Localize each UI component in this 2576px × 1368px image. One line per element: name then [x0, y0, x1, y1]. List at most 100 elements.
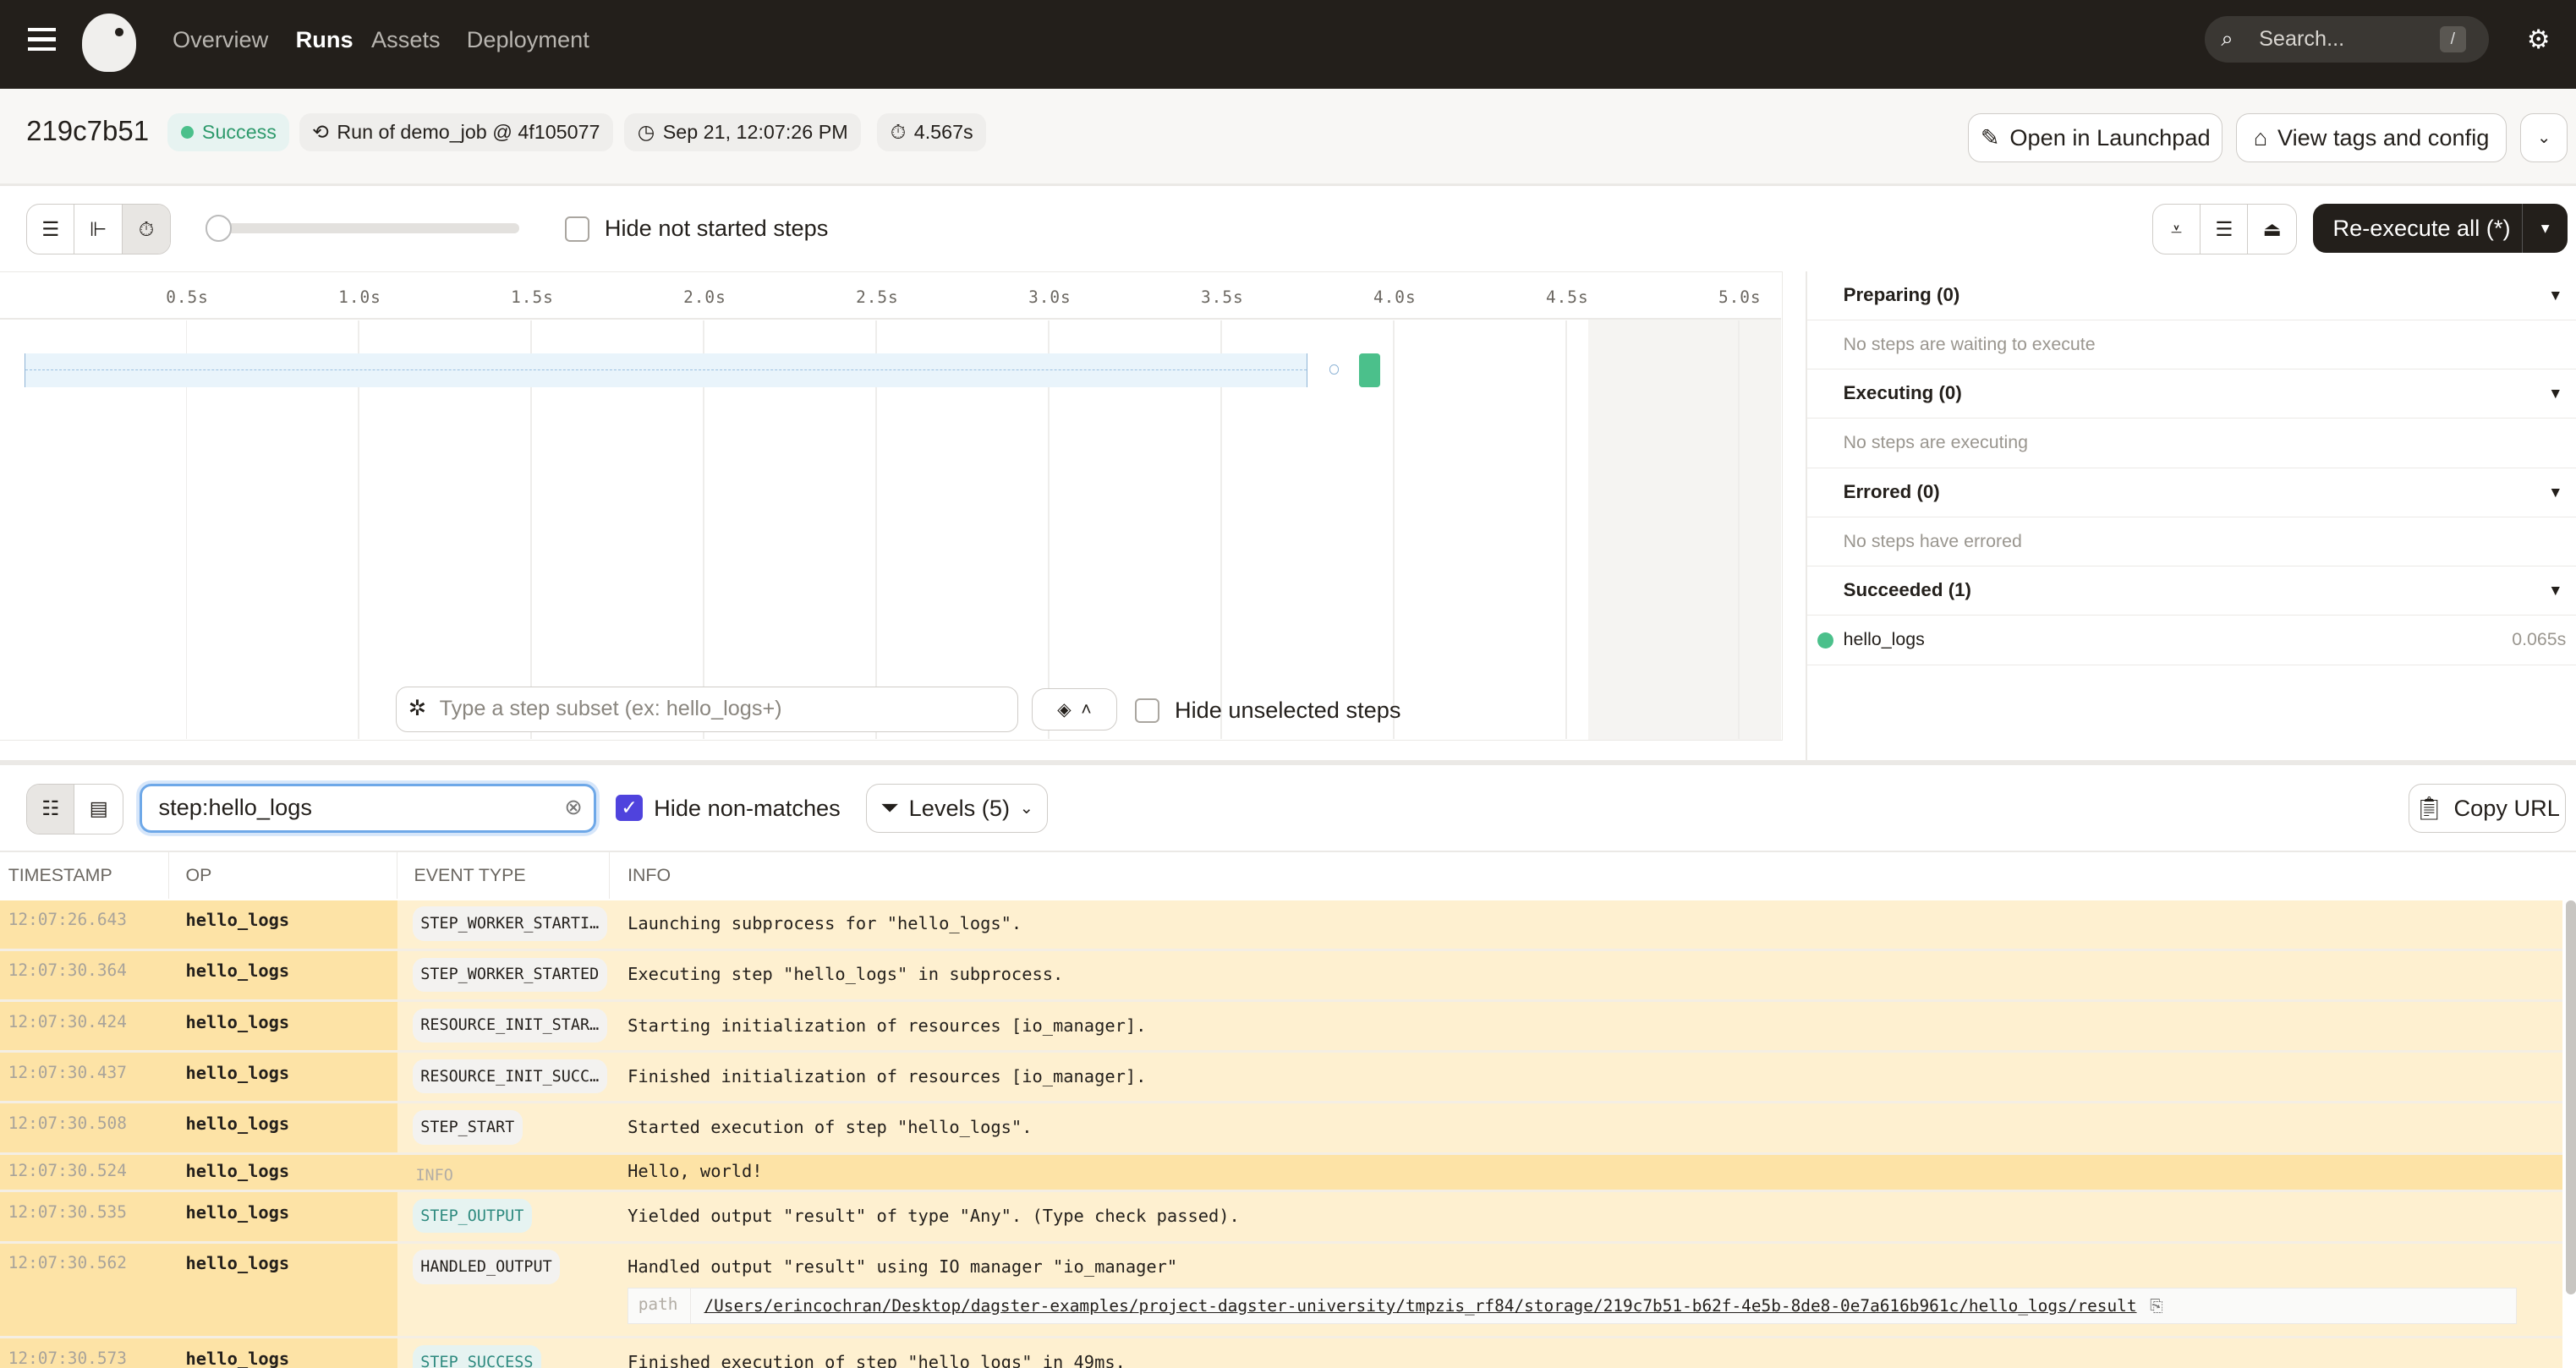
raw-view-icon[interactable]: ▤: [74, 785, 122, 834]
hide-unselected-checkbox[interactable]: [1135, 698, 1160, 723]
timer-view-icon[interactable]: ⏱: [122, 204, 171, 254]
log-row[interactable]: 12:07:30.573 hello_logs STEP_SUCCESS Fin…: [0, 1338, 2563, 1368]
subset-placeholder: Type a step subset (ex: hello_logs+): [439, 697, 782, 720]
event-type-tag: STEP_START: [412, 1110, 523, 1145]
event-type-tag: HANDLED_OUTPUT: [412, 1250, 561, 1284]
log-op[interactable]: hello_logs: [169, 1103, 398, 1152]
zoom-slider-handle[interactable]: [205, 215, 232, 242]
more-actions-button[interactable]: ⌄: [2519, 113, 2568, 163]
step-subset-input[interactable]: ✲ Type a step subset (ex: hello_logs+): [396, 687, 1019, 733]
section-empty-text: No steps are waiting to execute: [1806, 320, 2576, 370]
step-bar-hello-logs[interactable]: [25, 353, 1308, 388]
status-section-header[interactable]: Succeeded (1) ▼: [1806, 566, 2576, 616]
clear-icon[interactable]: ⊗: [564, 786, 582, 829]
nav-assets[interactable]: Assets: [371, 26, 441, 53]
log-op[interactable]: hello_logs: [169, 1001, 398, 1051]
caret-down-icon[interactable]: ▼: [2548, 271, 2562, 319]
log-row[interactable]: 12:07:30.562 hello_logs HANDLED_OUTPUT H…: [0, 1243, 2563, 1339]
chevron-down-icon[interactable]: ▾: [2521, 203, 2568, 254]
gear-icon[interactable]: ⚙: [2527, 25, 2551, 55]
copy-icon[interactable]: ⎘: [2150, 1296, 2163, 1316]
expand-icon[interactable]: ⏏: [2248, 205, 2295, 254]
collapse-icon[interactable]: ⩡: [2153, 204, 2201, 254]
log-info: Finished execution of step "hello_logs" …: [609, 1338, 2563, 1368]
waterfall-view-icon[interactable]: ⊩: [74, 204, 123, 254]
log-event-type: RESOURCE_INIT_SUCC…: [397, 1053, 610, 1102]
filter-value: step:hello_logs: [158, 793, 312, 820]
layers-icon: ◈: [1057, 698, 1072, 720]
log-op[interactable]: hello_logs: [169, 1053, 398, 1102]
copy-url-button[interactable]: 📋︎ Copy URL: [2408, 783, 2567, 833]
menu-icon[interactable]: [28, 28, 57, 52]
step-name: hello_logs: [1843, 629, 1925, 650]
chevron-down-icon: ⌄: [2536, 129, 2551, 148]
step-start-marker: [1329, 364, 1340, 375]
log-info: Executing step "hello_logs" in subproces…: [609, 950, 2563, 999]
log-op[interactable]: hello_logs: [169, 1338, 398, 1368]
log-op[interactable]: hello_logs: [169, 900, 398, 949]
hide-non-matches-checkbox[interactable]: ✓: [616, 795, 643, 822]
time-tick: 2.5s: [856, 287, 899, 307]
time-tick: 1.5s: [511, 287, 554, 307]
dagster-logo[interactable]: [82, 13, 137, 73]
log-info: Started execution of step "hello_logs".: [609, 1103, 2563, 1152]
flat-view-icon[interactable]: ☰: [27, 204, 75, 254]
time-tick: 3.0s: [1028, 287, 1072, 307]
log-row[interactable]: 12:07:30.524 hello_logs INFO Hello, worl…: [0, 1154, 2563, 1193]
start-time-tag: ◷ Sep 21, 12:07:26 PM: [624, 113, 862, 151]
nav-runs[interactable]: Runs: [296, 26, 354, 53]
nav-overview[interactable]: Overview: [173, 26, 268, 53]
log-info: Hello, world!: [609, 1154, 2563, 1190]
open-launchpad-button[interactable]: ✎ Open in Launchpad: [1968, 113, 2223, 163]
structured-view-icon[interactable]: ☷: [27, 784, 75, 834]
time-tick: 2.0s: [683, 287, 726, 307]
zoom-slider-track[interactable]: [213, 223, 519, 233]
status-section-header[interactable]: Preparing (0) ▼: [1806, 271, 2576, 320]
event-type-tag: INFO: [415, 1167, 453, 1185]
status-section-header[interactable]: Errored (0) ▼: [1806, 468, 2576, 517]
log-timestamp: 12:07:30.573: [0, 1338, 170, 1368]
chevron-up-icon: ˄: [1081, 698, 1092, 720]
section-title: Preparing (0): [1843, 283, 1960, 305]
top-nav-bar: Overview Runs Assets Deployment ⌕ Search.…: [0, 0, 2576, 89]
caret-down-icon[interactable]: ▼: [2548, 369, 2562, 417]
copy-url-label: Copy URL: [2453, 794, 2560, 821]
metadata-path-link[interactable]: /Users/erincochran/Desktop/dagster-examp…: [691, 1296, 2136, 1316]
filter-icon: ⏷: [880, 794, 899, 821]
caret-down-icon[interactable]: ▼: [2548, 566, 2562, 614]
log-info: Launching subprocess for "hello_logs".: [609, 900, 2563, 949]
hide-not-started-checkbox[interactable]: [565, 216, 590, 242]
subset-options-button[interactable]: ◈ ˄: [1031, 687, 1117, 731]
list-icon[interactable]: ☰: [2201, 204, 2249, 254]
success-dot-icon: [1817, 632, 1833, 649]
reexecute-button[interactable]: Re-execute all (*) ▾: [2313, 203, 2568, 254]
log-row[interactable]: 12:07:30.424 hello_logs RESOURCE_INIT_ST…: [0, 1001, 2563, 1053]
log-info: Finished initialization of resources [io…: [609, 1053, 2563, 1102]
step-execution-box[interactable]: [1358, 353, 1380, 388]
time-tick: 4.0s: [1373, 287, 1417, 307]
event-type-tag: STEP_WORKER_STARTI…: [412, 906, 607, 941]
log-op[interactable]: hello_logs: [169, 1154, 398, 1190]
log-message: Handled output "result" using IO manager…: [628, 1256, 1178, 1278]
event-type-tag: STEP_OUTPUT: [412, 1199, 533, 1234]
job-tag[interactable]: ⟲ Run of demo_job @ 4f105077: [299, 113, 614, 151]
view-tags-button[interactable]: ⌂ View tags and config: [2235, 113, 2507, 163]
log-row[interactable]: 12:07:30.508 hello_logs STEP_START Start…: [0, 1103, 2563, 1155]
column-header-timestamp: TIMESTAMP: [0, 852, 170, 899]
log-filter-input[interactable]: step:hello_logs ⊗: [140, 783, 597, 833]
log-op[interactable]: hello_logs: [169, 1192, 398, 1241]
step-list-item[interactable]: hello_logs 0.065s: [1806, 616, 2576, 665]
log-op[interactable]: hello_logs: [169, 1243, 398, 1337]
search-input[interactable]: ⌕ Search... /: [2204, 16, 2490, 63]
caret-down-icon[interactable]: ▼: [2548, 468, 2562, 516]
gantt-future-region: [1588, 319, 1781, 741]
log-row[interactable]: 12:07:26.643 hello_logs STEP_WORKER_STAR…: [0, 900, 2563, 951]
log-row[interactable]: 12:07:30.535 hello_logs STEP_OUTPUT Yiel…: [0, 1192, 2563, 1244]
log-row[interactable]: 12:07:30.437 hello_logs RESOURCE_INIT_SU…: [0, 1053, 2563, 1104]
log-op[interactable]: hello_logs: [169, 950, 398, 999]
log-scrollbar[interactable]: [2566, 900, 2576, 1294]
nav-deployment[interactable]: Deployment: [467, 26, 589, 53]
status-section-header[interactable]: Executing (0) ▼: [1806, 369, 2576, 419]
levels-dropdown[interactable]: ⏷ Levels (5) ⌄: [865, 783, 1049, 833]
log-row[interactable]: 12:07:30.364 hello_logs STEP_WORKER_STAR…: [0, 950, 2563, 1002]
